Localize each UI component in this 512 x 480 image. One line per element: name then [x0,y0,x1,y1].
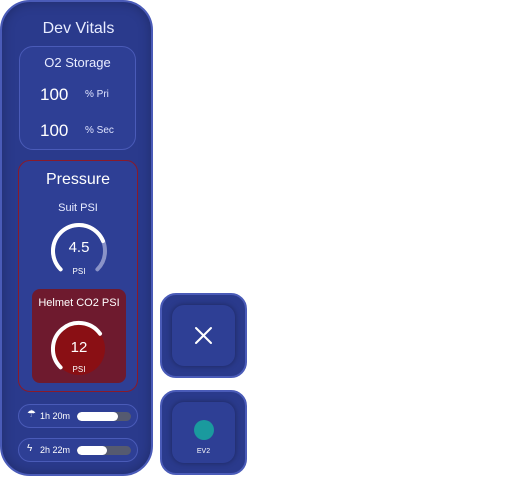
oxygen-bar-fill [77,412,118,421]
helmet-co2-gauge: 12 PSI [49,319,109,379]
o2-storage-card: O2 Storage 100 % Pri 100 % Sec [19,46,136,150]
oxygen-time-bar: ☂ 1h 20m [18,404,138,428]
ev-button-face[interactable]: EV2 [172,402,235,463]
panel-title: Dev Vitals [42,20,115,37]
battery-bolt-icon: ϟ [27,443,33,454]
close-button[interactable] [160,293,247,378]
ev-button[interactable]: EV2 [160,390,247,475]
battery-bar-fill [77,446,107,455]
o2-secondary-value: 100 [40,121,69,140]
ev-label: EV2 [196,448,211,455]
o2-primary-unit: % Pri [85,89,109,100]
battery-time-text: 2h 22m [40,445,71,455]
helmet-co2-value: 12 [70,339,88,356]
pressure-card: Pressure Suit PSI 4.5 PSI Helmet CO2 PSI… [18,160,138,392]
helmet-co2-unit: PSI [72,365,86,374]
helmet-co2-box: Helmet CO2 PSI 12 PSI [32,289,126,383]
o2-storage-title: O2 Storage [44,55,111,70]
battery-bar-track [77,446,131,455]
vitals-panel: Dev Vitals O2 Storage 100 % Pri 100 % Se… [0,0,153,476]
suit-psi-label: Suit PSI [58,202,98,214]
oxygen-time-text: 1h 20m [40,411,71,421]
oxygen-drop-icon: ☂ [27,409,36,420]
close-button-face[interactable] [172,305,235,366]
close-icon [195,327,212,344]
suit-psi-gauge: 4.5 PSI [49,221,109,281]
o2-secondary-unit: % Sec [85,125,114,136]
battery-time-bar: ϟ 2h 22m [18,438,138,462]
suit-psi-unit: PSI [72,267,86,276]
helmet-co2-label: Helmet CO2 PSI [38,297,120,309]
pressure-title: Pressure [45,171,111,188]
o2-primary-value: 100 [40,85,69,104]
ev-status-dot [194,420,214,440]
oxygen-bar-track [77,412,131,421]
suit-psi-value: 4.5 [68,239,90,256]
